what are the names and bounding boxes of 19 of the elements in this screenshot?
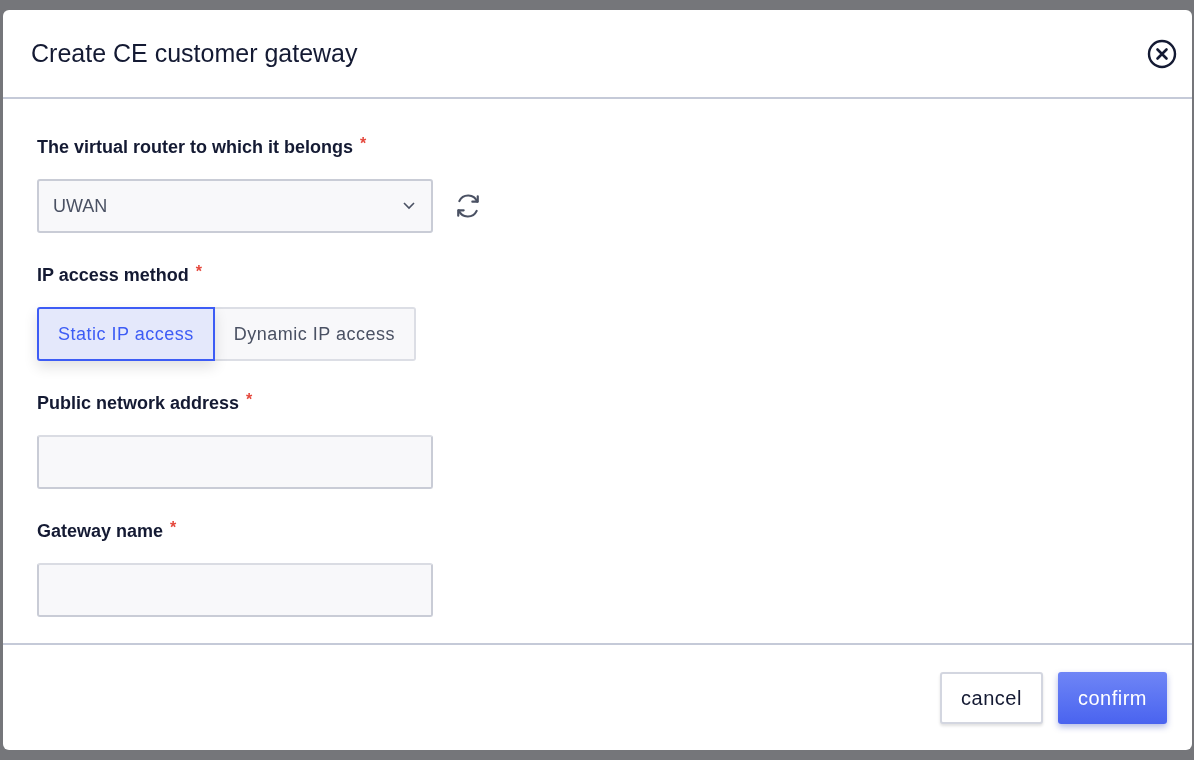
- required-asterisk: *: [195, 262, 202, 282]
- cancel-button[interactable]: cancel: [940, 671, 1043, 724]
- access-method-option[interactable]: Static IP access: [37, 307, 215, 361]
- refresh-icon[interactable]: [455, 193, 481, 219]
- chevron-down-icon: [403, 202, 415, 210]
- router-select[interactable]: UWAN: [37, 179, 433, 233]
- close-icon[interactable]: [1147, 38, 1177, 69]
- field-label: Public network address: [37, 392, 240, 415]
- field-label: IP access method: [37, 264, 189, 287]
- text-input-field[interactable]: [37, 563, 433, 617]
- dialog-title: Create CE customer gateway: [31, 37, 358, 69]
- text-input-field[interactable]: [37, 435, 433, 489]
- required-asterisk: *: [246, 390, 253, 410]
- confirm-button[interactable]: confirm: [1057, 671, 1167, 724]
- required-asterisk: *: [360, 134, 367, 154]
- required-asterisk: *: [170, 518, 177, 538]
- field-label: The virtual router to which it belongs: [37, 136, 354, 159]
- field-label: Gateway name: [37, 520, 164, 543]
- access-method-option[interactable]: Dynamic IP access: [214, 307, 416, 361]
